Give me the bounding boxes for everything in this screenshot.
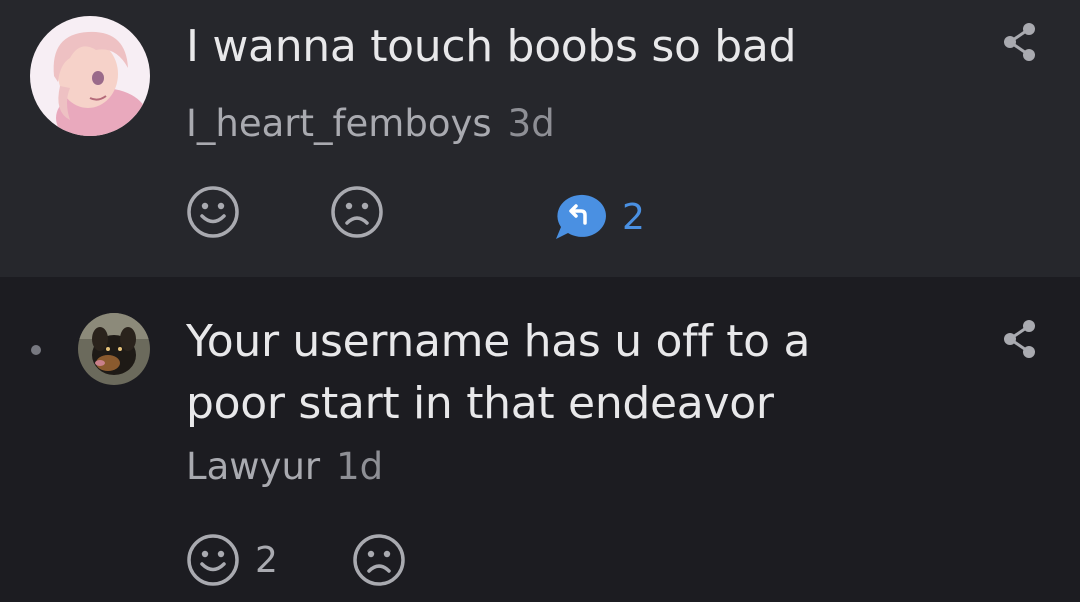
thread-bullet — [31, 345, 41, 355]
comment-text: I wanna touch boobs so bad — [186, 21, 797, 72]
comment-text: Your username has u off to a poor start … — [186, 311, 810, 435]
comment-text-line: poor start in that endeavor — [186, 378, 774, 429]
comment-age: 3d — [507, 102, 555, 145]
reply-comment-card: Your username has u off to a poor start … — [0, 277, 1080, 602]
reply-bubble-icon[interactable] — [552, 193, 608, 243]
smiley-face-icon[interactable] — [186, 533, 240, 587]
user-avatar[interactable] — [78, 313, 150, 385]
comment-text-line: Your username has u off to a — [186, 316, 811, 367]
reply-count[interactable]: 2 — [622, 198, 645, 238]
username[interactable]: Lawyur — [186, 445, 320, 488]
like-count: 2 — [255, 540, 278, 581]
username[interactable]: I_heart_femboys — [186, 102, 492, 145]
anime-girl-avatar-icon — [30, 16, 150, 136]
frowny-face-icon[interactable] — [352, 533, 406, 587]
comment-card: I wanna touch boobs so bad I_heart_fembo… — [0, 0, 1080, 277]
dog-avatar-icon — [78, 313, 150, 385]
comment-meta: Lawyur 1d — [186, 445, 383, 489]
comment-age: 1d — [336, 445, 384, 488]
frowny-face-icon[interactable] — [330, 185, 384, 239]
user-avatar[interactable] — [30, 16, 150, 136]
share-icon[interactable] — [1000, 319, 1040, 359]
smiley-face-icon[interactable] — [186, 185, 240, 239]
comment-meta: I_heart_femboys 3d — [186, 102, 555, 146]
share-icon[interactable] — [1000, 22, 1040, 62]
